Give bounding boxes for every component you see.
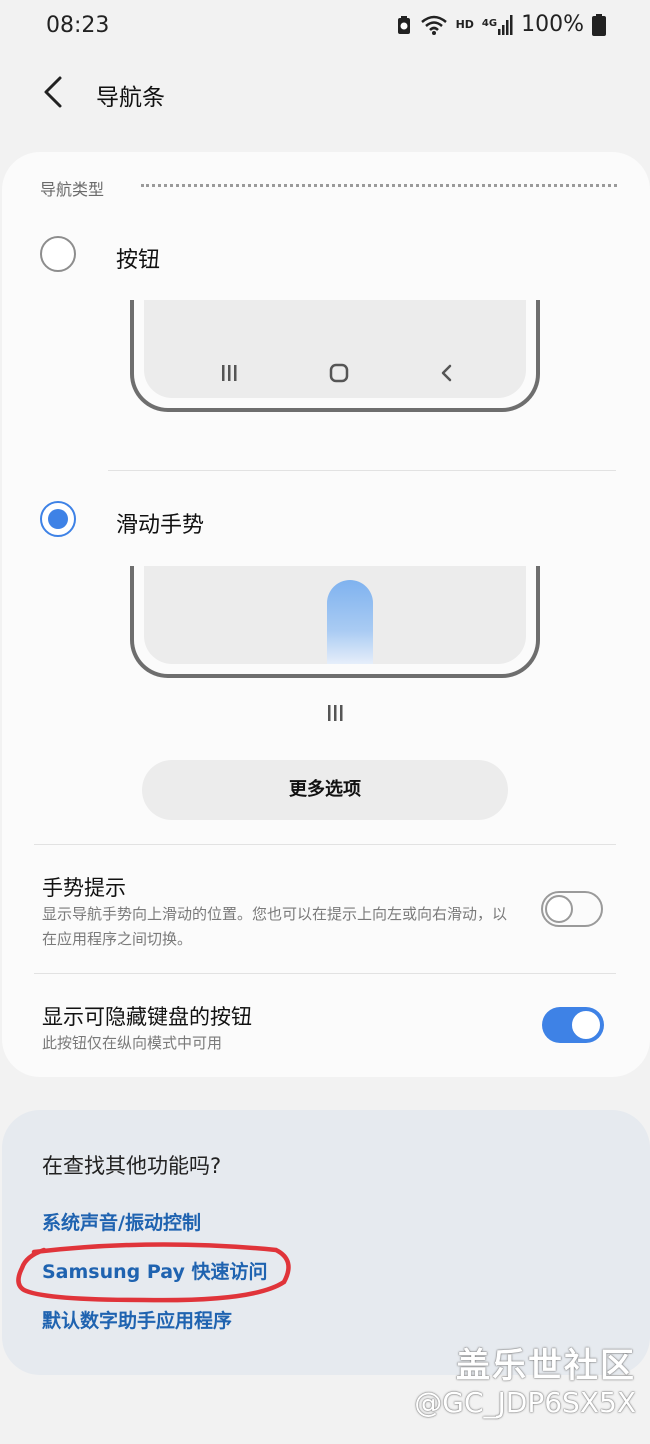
swipe-gesture-indicator (327, 580, 373, 664)
red-annotation-circle (16, 1242, 291, 1303)
divider (108, 470, 616, 471)
section-divider (141, 184, 617, 187)
toggle-knob (570, 1009, 602, 1041)
preview-screen (144, 300, 526, 398)
toggle-knob (545, 895, 573, 923)
watermark-line2: @GC_JDP6SX5X (414, 1386, 636, 1419)
status-time: 08:23 (46, 13, 110, 38)
back-arrow-icon[interactable] (38, 72, 74, 112)
keyboard-button-toggle[interactable] (542, 1007, 604, 1043)
gesture-hint-toggle[interactable] (541, 891, 603, 927)
radio-buttons-option[interactable] (40, 236, 76, 272)
suggestions-title: 在查找其他功能吗? (42, 1154, 222, 1178)
gestures-preview[interactable] (130, 566, 540, 678)
signal-icon: 4G (481, 14, 513, 35)
recents-hint-icon (328, 705, 343, 721)
status-bar: 08:23 HD 4G 100% (0, 0, 650, 56)
status-icons: HD 4G 100% (396, 12, 606, 37)
page-title: 导航条 (96, 85, 165, 111)
option-label-buttons[interactable]: 按钮 (116, 242, 160, 274)
back-nav-icon (441, 364, 452, 382)
buttons-preview[interactable] (130, 300, 540, 412)
hd-label: HD (455, 18, 474, 31)
keyboard-button-title[interactable]: 显示可隐藏键盘的按钮 (42, 1001, 252, 1031)
preview-screen (144, 566, 526, 664)
radio-gestures-option[interactable] (40, 501, 76, 537)
network-gen-label: 4G (481, 17, 498, 29)
recents-icon (222, 365, 237, 381)
home-icon (329, 363, 349, 383)
battery-percent: 100% (521, 12, 584, 37)
keyboard-button-description: 此按钮仅在纵向模式中可用 (42, 1034, 223, 1052)
gesture-hint-description: 显示导航手势向上滑动的位置。您也可以在提示上向左或向右滑动，以在应用程序之间切换… (42, 905, 508, 948)
divider (34, 973, 616, 974)
link-digital-assistant[interactable]: 默认数字助手应用程序 (42, 1306, 232, 1333)
wifi-icon (420, 15, 447, 35)
battery-saver-icon (397, 15, 410, 34)
option-label-gestures[interactable]: 滑动手势 (116, 507, 204, 539)
link-sound-vibration[interactable]: 系统声音/振动控制 (42, 1208, 201, 1235)
divider (34, 844, 616, 845)
more-options-button[interactable]: 更多选项 (142, 760, 508, 820)
watermark-line1: 盖乐世社区 (456, 1346, 636, 1386)
gesture-hint-title[interactable]: 手势提示 (42, 872, 126, 902)
battery-icon (592, 13, 606, 36)
section-label: 导航类型 (40, 180, 105, 199)
